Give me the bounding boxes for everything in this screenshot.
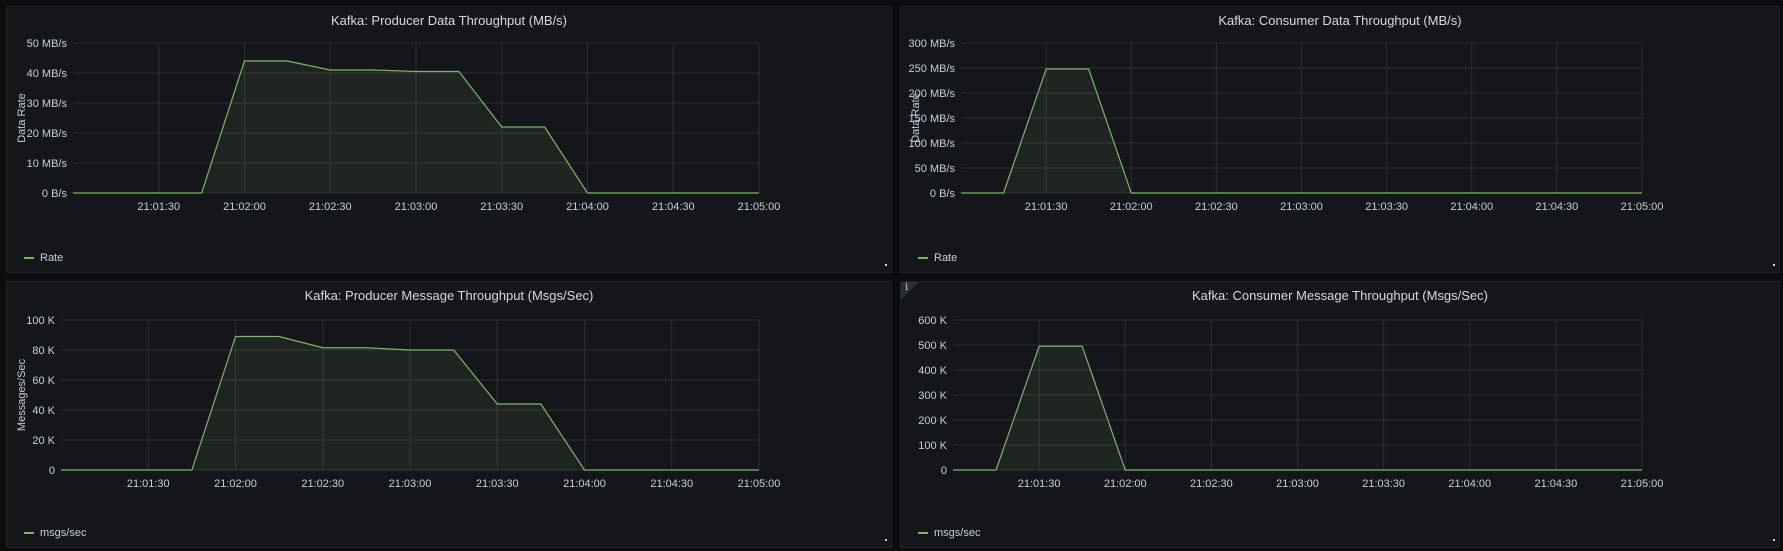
producer-data-throughput-panel: Kafka: Producer Data Throughput (MB/s) 0…: [6, 6, 892, 273]
y-tick-label: 40 K: [32, 405, 55, 417]
legend-swatch: [24, 532, 34, 534]
y-tick-label: 50 MB/s: [27, 38, 68, 50]
x-tick-label: 21:03:00: [1280, 201, 1323, 213]
y-tick-label: 40 MB/s: [27, 68, 68, 80]
y-axis-label: Data Rate: [910, 93, 922, 143]
x-tick-label: 21:05:00: [738, 201, 781, 213]
consumer-message-throughput-chart: 0 100 K 200 K 300 K 400 K 500 K 600 K 21:01:30 2…: [918, 315, 1664, 490]
y-axis-label: Messages/Sec: [16, 358, 28, 431]
y-tick-label: 0: [49, 465, 55, 477]
x-tick-label: 21:03:30: [476, 478, 519, 490]
y-tick-label: 60 K: [32, 375, 55, 387]
x-tick-label: 21:02:30: [1190, 478, 1233, 490]
y-tick-label: 250 MB/s: [909, 63, 956, 75]
x-tick-label: 21:02:30: [1195, 201, 1238, 213]
x-tick-label: 21:01:30: [1025, 201, 1068, 213]
y-tick-label: 100 K: [26, 315, 55, 327]
y-tick-label: 300 MB/s: [909, 38, 956, 50]
x-tick-label: 21:03:00: [1276, 478, 1319, 490]
x-tick-label: 21:01:30: [1018, 478, 1061, 490]
x-tick-label: 21:03:30: [1365, 201, 1408, 213]
legend-label[interactable]: msgs/sec: [40, 527, 86, 539]
y-tick-label: 0: [941, 465, 947, 477]
legend[interactable]: Rate: [24, 252, 63, 264]
y-tick-label: 0 B/s: [42, 188, 68, 200]
y-tick-label: 30 MB/s: [27, 98, 68, 110]
x-tick-label: 21:05:00: [738, 478, 781, 490]
x-tick-label: 21:05:00: [1621, 478, 1664, 490]
y-tick-label: 0 B/s: [930, 188, 956, 200]
x-tick-label: 21:03:30: [1362, 478, 1405, 490]
legend-label[interactable]: Rate: [40, 252, 63, 264]
x-tick-label: 21:05:00: [1621, 201, 1664, 213]
x-tick-label: 21:02:30: [301, 478, 344, 490]
legend-swatch: [918, 532, 928, 534]
consumer-data-throughput-panel: Kafka: Consumer Data Throughput (MB/s) 0…: [900, 6, 1780, 273]
y-tick-label: 20 MB/s: [27, 128, 68, 140]
x-tick-label: 21:02:00: [214, 478, 257, 490]
series-area: [73, 61, 759, 193]
resize-handle[interactable]: [1773, 539, 1775, 541]
x-tick-label: 21:01:30: [137, 201, 180, 213]
x-tick-label: 21:03:00: [389, 478, 432, 490]
x-tick-label: 21:03:00: [395, 201, 438, 213]
x-tick-label: 21:03:30: [480, 201, 523, 213]
consumer-data-throughput-chart: 0 B/s50 MB/s100 MB/s150 MB/s200 MB/s250 …: [909, 38, 1664, 213]
legend-label[interactable]: msgs/sec: [934, 527, 980, 539]
x-tick-label: 21:04:00: [1448, 478, 1491, 490]
x-tick-label: 21:04:00: [563, 478, 606, 490]
y-tick-label: 300 K: [918, 390, 947, 402]
legend-label[interactable]: Rate: [934, 252, 957, 264]
x-tick-label: 21:04:00: [1450, 201, 1493, 213]
y-tick-label: 20 K: [32, 435, 55, 447]
legend[interactable]: msgs/sec: [918, 527, 980, 539]
y-tick-label: 80 K: [32, 345, 55, 357]
legend-swatch: [918, 257, 928, 259]
resize-handle[interactable]: [885, 539, 887, 541]
y-tick-label: 10 MB/s: [27, 158, 68, 170]
x-tick-label: 21:02:00: [1110, 201, 1153, 213]
x-tick-label: 21:04:30: [1534, 478, 1577, 490]
y-tick-label: 100 K: [918, 440, 947, 452]
x-tick-label: 21:01:30: [127, 478, 170, 490]
producer-message-throughput-chart: 0 20 K 40 K 60 K 80 K 100 K 21:01:30 21:02:00 21…: [16, 315, 781, 490]
x-tick-label: 21:02:00: [223, 201, 266, 213]
legend[interactable]: msgs/sec: [24, 527, 86, 539]
resize-handle[interactable]: [885, 264, 887, 266]
consumer-message-throughput-panel: i Kafka: Consumer Message Throughput (Ms…: [900, 281, 1780, 548]
x-tick-label: 21:04:30: [650, 478, 693, 490]
y-tick-label: 500 K: [918, 340, 947, 352]
x-tick-label: 21:02:00: [1104, 478, 1147, 490]
y-tick-label: 50 MB/s: [915, 163, 956, 175]
y-axis-label: Data Rate: [16, 93, 28, 143]
producer-message-throughput-panel: Kafka: Producer Message Throughput (Msgs…: [6, 281, 892, 548]
x-tick-label: 21:02:30: [309, 201, 352, 213]
y-tick-label: 200 K: [918, 415, 947, 427]
x-tick-label: 21:04:30: [652, 201, 695, 213]
legend[interactable]: Rate: [918, 252, 957, 264]
producer-data-throughput-chart: 0 B/s 10 MB/s 20 MB/s 30 MB/s 40 MB/s 50 MB/s…: [16, 38, 781, 213]
x-tick-label: 21:04:00: [566, 201, 609, 213]
legend-swatch: [24, 257, 34, 259]
y-tick-label: 400 K: [918, 365, 947, 377]
series-area: [61, 336, 759, 470]
x-tick-label: 21:04:30: [1535, 201, 1578, 213]
y-tick-label: 600 K: [918, 315, 947, 327]
resize-handle[interactable]: [1773, 264, 1775, 266]
